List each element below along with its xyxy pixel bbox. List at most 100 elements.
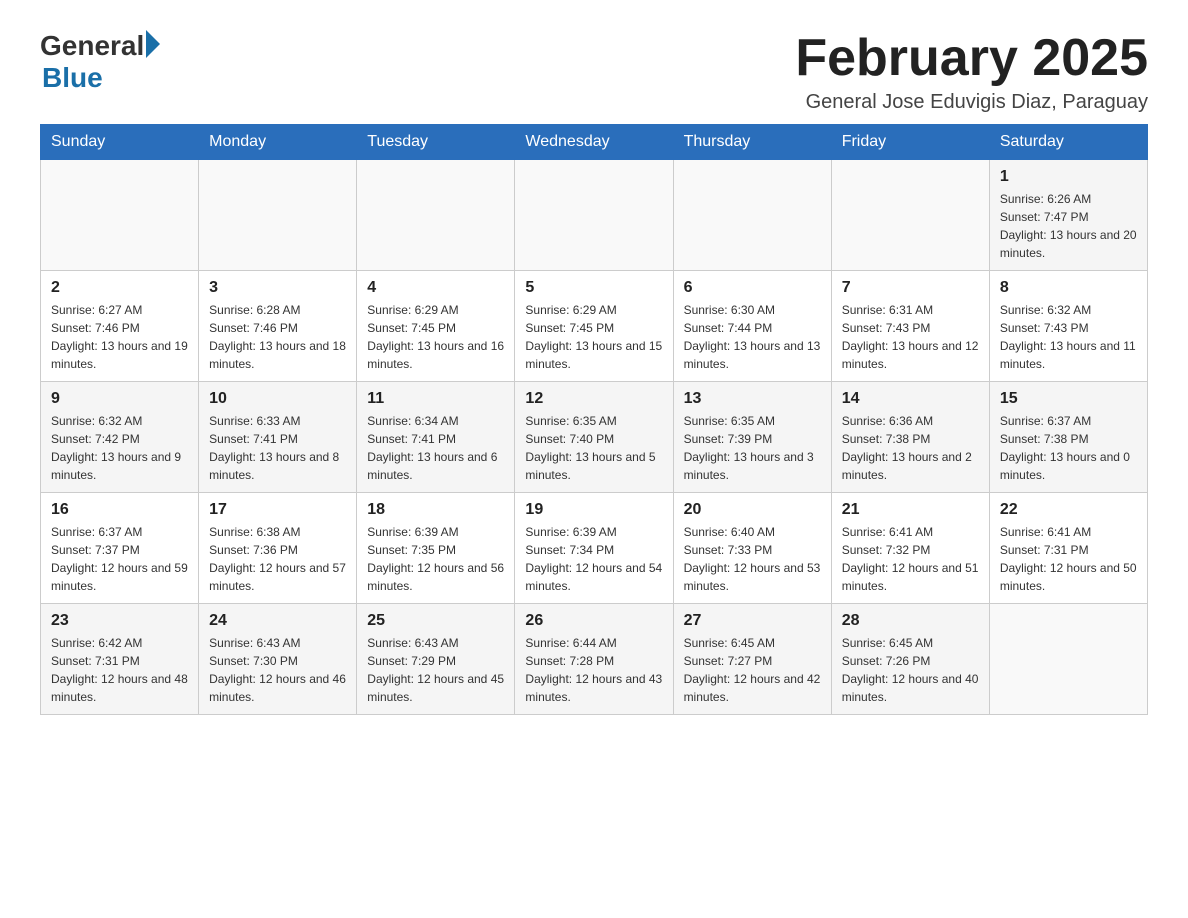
- calendar-cell: 13Sunrise: 6:35 AM Sunset: 7:39 PM Dayli…: [673, 382, 831, 493]
- calendar-week-row: 9 Sunrise: 6:32 AM Sunset: 7:42 PM Daylig…: [41, 382, 1148, 493]
- day-number: 4: [367, 279, 504, 297]
- day-info: Sunrise: 6:28 AM Sunset: 7:46 PM Dayligh…: [209, 301, 346, 373]
- day-info: Sunrise: 6:29 AM Sunset: 7:45 PM Dayligh…: [367, 301, 504, 373]
- day-number: 18: [367, 501, 504, 519]
- day-info: Sunrise: 6:36 AM Sunset: 7:38 PM Dayligh…: [842, 412, 979, 484]
- day-number: 16: [51, 501, 188, 519]
- calendar-cell: 10Sunrise: 6:33 AM Sunset: 7:41 PM Dayli…: [199, 382, 357, 493]
- logo-arrow-icon: [146, 30, 160, 58]
- calendar-cell: 17 Sunrise: 6:38 AM Sunset: 7:36 PM Dayli…: [199, 493, 357, 604]
- weekday-header-sunday: Sunday: [41, 125, 199, 160]
- day-info: Sunrise: 6:32 AM Sunset: 7:43 PM Dayligh…: [1000, 301, 1137, 373]
- weekday-header-saturday: Saturday: [989, 125, 1147, 160]
- day-number: 27: [684, 612, 821, 630]
- calendar-cell: [673, 160, 831, 271]
- calendar-cell: 2Sunrise: 6:27 AM Sunset: 7:46 PM Daylig…: [41, 271, 199, 382]
- day-number: 20: [684, 501, 821, 519]
- calendar-cell: [41, 160, 199, 271]
- logo-general-text: General: [40, 30, 144, 62]
- calendar-week-row: 23 Sunrise: 6:42 AM Sunset: 7:31 PM Dayli…: [41, 604, 1148, 715]
- weekday-header-tuesday: Tuesday: [357, 125, 515, 160]
- calendar-cell: 25Sunrise: 6:43 AM Sunset: 7:29 PM Dayli…: [357, 604, 515, 715]
- calendar-week-row: 1 Sunrise: 6:26 AM Sunset: 7:47 PM Daylig…: [41, 160, 1148, 271]
- day-number: 3: [209, 279, 346, 297]
- day-number: 9: [51, 390, 188, 408]
- calendar-week-row: 16 Sunrise: 6:37 AM Sunset: 7:37 PM Dayli…: [41, 493, 1148, 604]
- calendar-cell: 28 Sunrise: 6:45 AM Sunset: 7:26 PM Dayli…: [831, 604, 989, 715]
- calendar-cell: 3 Sunrise: 6:28 AM Sunset: 7:46 PM Daylig…: [199, 271, 357, 382]
- month-title: February 2025: [795, 30, 1148, 87]
- weekday-header-friday: Friday: [831, 125, 989, 160]
- day-info: Sunrise: 6:37 AM Sunset: 7:37 PM Dayligh…: [51, 523, 188, 595]
- location-subtitle: General Jose Eduvigis Diaz, Paraguay: [795, 91, 1148, 114]
- calendar-cell: 9 Sunrise: 6:32 AM Sunset: 7:42 PM Daylig…: [41, 382, 199, 493]
- day-info: Sunrise: 6:26 AM Sunset: 7:47 PM Dayligh…: [1000, 190, 1137, 262]
- calendar-cell: 5Sunrise: 6:29 AM Sunset: 7:45 PM Daylig…: [515, 271, 673, 382]
- day-info: Sunrise: 6:33 AM Sunset: 7:41 PM Dayligh…: [209, 412, 346, 484]
- day-number: 24: [209, 612, 346, 630]
- day-number: 17: [209, 501, 346, 519]
- calendar-cell: 7 Sunrise: 6:31 AM Sunset: 7:43 PM Daylig…: [831, 271, 989, 382]
- logo-blue-text: Blue: [42, 62, 103, 93]
- calendar-cell: 23 Sunrise: 6:42 AM Sunset: 7:31 PM Dayli…: [41, 604, 199, 715]
- calendar-cell: 4 Sunrise: 6:29 AM Sunset: 7:45 PM Daylig…: [357, 271, 515, 382]
- day-number: 13: [684, 390, 821, 408]
- day-info: Sunrise: 6:40 AM Sunset: 7:33 PM Dayligh…: [684, 523, 821, 595]
- calendar-cell: [199, 160, 357, 271]
- day-number: 14: [842, 390, 979, 408]
- calendar-cell: 11 Sunrise: 6:34 AM Sunset: 7:41 PM Dayli…: [357, 382, 515, 493]
- calendar-week-row: 2Sunrise: 6:27 AM Sunset: 7:46 PM Daylig…: [41, 271, 1148, 382]
- day-info: Sunrise: 6:41 AM Sunset: 7:32 PM Dayligh…: [842, 523, 979, 595]
- day-info: Sunrise: 6:45 AM Sunset: 7:26 PM Dayligh…: [842, 634, 979, 706]
- calendar-cell: 1 Sunrise: 6:26 AM Sunset: 7:47 PM Daylig…: [989, 160, 1147, 271]
- day-number: 1: [1000, 168, 1137, 186]
- title-block: February 2025 General Jose Eduvigis Diaz…: [795, 30, 1148, 114]
- day-info: Sunrise: 6:34 AM Sunset: 7:41 PM Dayligh…: [367, 412, 504, 484]
- calendar-cell: 19 Sunrise: 6:39 AM Sunset: 7:34 PM Dayli…: [515, 493, 673, 604]
- day-number: 21: [842, 501, 979, 519]
- calendar-cell: 15Sunrise: 6:37 AM Sunset: 7:38 PM Dayli…: [989, 382, 1147, 493]
- calendar-cell: 18 Sunrise: 6:39 AM Sunset: 7:35 PM Dayli…: [357, 493, 515, 604]
- calendar-cell: 6 Sunrise: 6:30 AM Sunset: 7:44 PM Daylig…: [673, 271, 831, 382]
- day-number: 8: [1000, 279, 1137, 297]
- day-number: 5: [525, 279, 662, 297]
- day-info: Sunrise: 6:27 AM Sunset: 7:46 PM Dayligh…: [51, 301, 188, 373]
- day-info: Sunrise: 6:39 AM Sunset: 7:34 PM Dayligh…: [525, 523, 662, 595]
- day-number: 28: [842, 612, 979, 630]
- day-number: 23: [51, 612, 188, 630]
- day-info: Sunrise: 6:38 AM Sunset: 7:36 PM Dayligh…: [209, 523, 346, 595]
- calendar-cell: [831, 160, 989, 271]
- calendar-cell: 16 Sunrise: 6:37 AM Sunset: 7:37 PM Dayli…: [41, 493, 199, 604]
- day-number: 15: [1000, 390, 1137, 408]
- day-info: Sunrise: 6:43 AM Sunset: 7:29 PM Dayligh…: [367, 634, 504, 706]
- day-number: 19: [525, 501, 662, 519]
- day-number: 6: [684, 279, 821, 297]
- calendar-cell: 14 Sunrise: 6:36 AM Sunset: 7:38 PM Dayli…: [831, 382, 989, 493]
- day-info: Sunrise: 6:43 AM Sunset: 7:30 PM Dayligh…: [209, 634, 346, 706]
- day-info: Sunrise: 6:44 AM Sunset: 7:28 PM Dayligh…: [525, 634, 662, 706]
- calendar-cell: 12 Sunrise: 6:35 AM Sunset: 7:40 PM Dayli…: [515, 382, 673, 493]
- calendar-cell: 24 Sunrise: 6:43 AM Sunset: 7:30 PM Dayli…: [199, 604, 357, 715]
- day-number: 22: [1000, 501, 1137, 519]
- day-number: 11: [367, 390, 504, 408]
- calendar-table: SundayMondayTuesdayWednesdayThursdayFrid…: [40, 124, 1148, 715]
- day-info: Sunrise: 6:42 AM Sunset: 7:31 PM Dayligh…: [51, 634, 188, 706]
- day-number: 7: [842, 279, 979, 297]
- day-info: Sunrise: 6:45 AM Sunset: 7:27 PM Dayligh…: [684, 634, 821, 706]
- calendar-cell: [515, 160, 673, 271]
- day-number: 26: [525, 612, 662, 630]
- day-number: 12: [525, 390, 662, 408]
- day-info: Sunrise: 6:41 AM Sunset: 7:31 PM Dayligh…: [1000, 523, 1137, 595]
- calendar-cell: 26 Sunrise: 6:44 AM Sunset: 7:28 PM Dayli…: [515, 604, 673, 715]
- day-info: Sunrise: 6:30 AM Sunset: 7:44 PM Dayligh…: [684, 301, 821, 373]
- day-info: Sunrise: 6:31 AM Sunset: 7:43 PM Dayligh…: [842, 301, 979, 373]
- day-info: Sunrise: 6:39 AM Sunset: 7:35 PM Dayligh…: [367, 523, 504, 595]
- day-info: Sunrise: 6:35 AM Sunset: 7:40 PM Dayligh…: [525, 412, 662, 484]
- calendar-cell: 8 Sunrise: 6:32 AM Sunset: 7:43 PM Daylig…: [989, 271, 1147, 382]
- weekday-header-thursday: Thursday: [673, 125, 831, 160]
- calendar-cell: [989, 604, 1147, 715]
- day-info: Sunrise: 6:32 AM Sunset: 7:42 PM Dayligh…: [51, 412, 188, 484]
- calendar-cell: 20 Sunrise: 6:40 AM Sunset: 7:33 PM Dayli…: [673, 493, 831, 604]
- page-header: General Blue February 2025 General Jose …: [40, 30, 1148, 114]
- weekday-header-monday: Monday: [199, 125, 357, 160]
